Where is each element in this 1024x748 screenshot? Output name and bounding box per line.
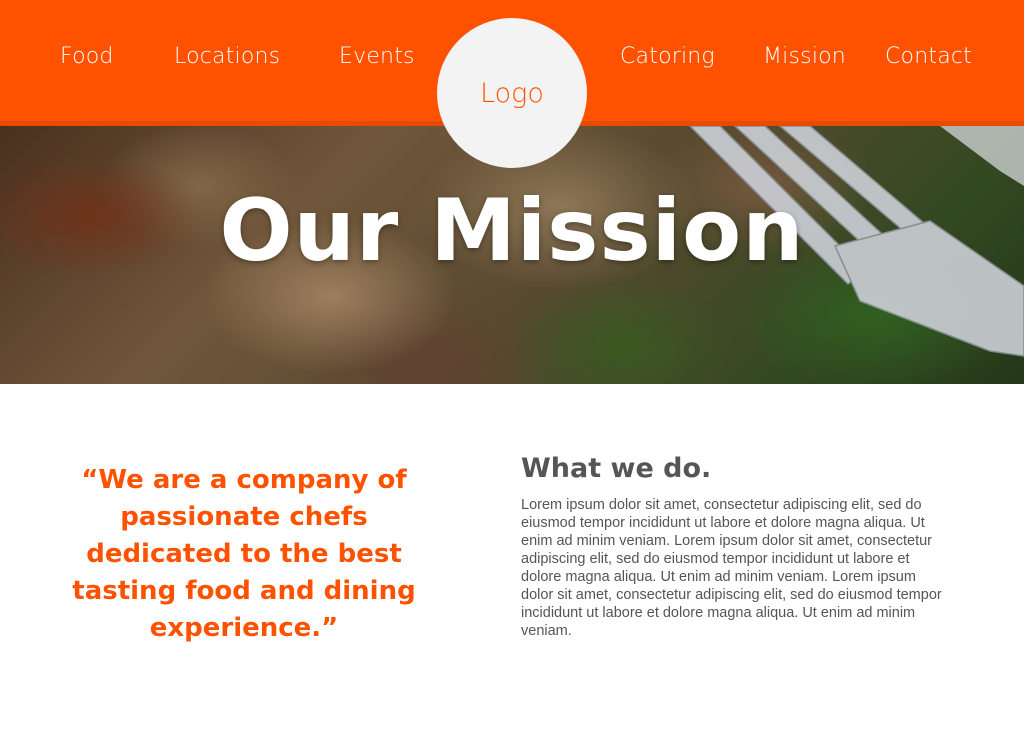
nav-link-food[interactable]: Food [60, 44, 114, 69]
logo-badge[interactable]: Logo [437, 18, 587, 168]
nav-link-mission[interactable]: Mission [763, 44, 846, 69]
what-we-do-body: Lorem ipsum dolor sit amet, consectetur … [521, 497, 942, 639]
hero-title: Our Mission [219, 181, 805, 281]
logo-text: Logo [480, 77, 544, 109]
page: Food Locations Events Catoring Mission C… [0, 0, 1024, 748]
mission-quote: “We are a company of passionate chefs de… [72, 465, 416, 643]
nav-link-contact[interactable]: Contact [885, 44, 972, 69]
nav-link-catoring[interactable]: Catoring [620, 44, 715, 69]
nav-link-locations[interactable]: Locations [174, 44, 280, 69]
nav-link-events[interactable]: Events [339, 44, 415, 69]
what-we-do-heading: What we do. [521, 453, 712, 484]
